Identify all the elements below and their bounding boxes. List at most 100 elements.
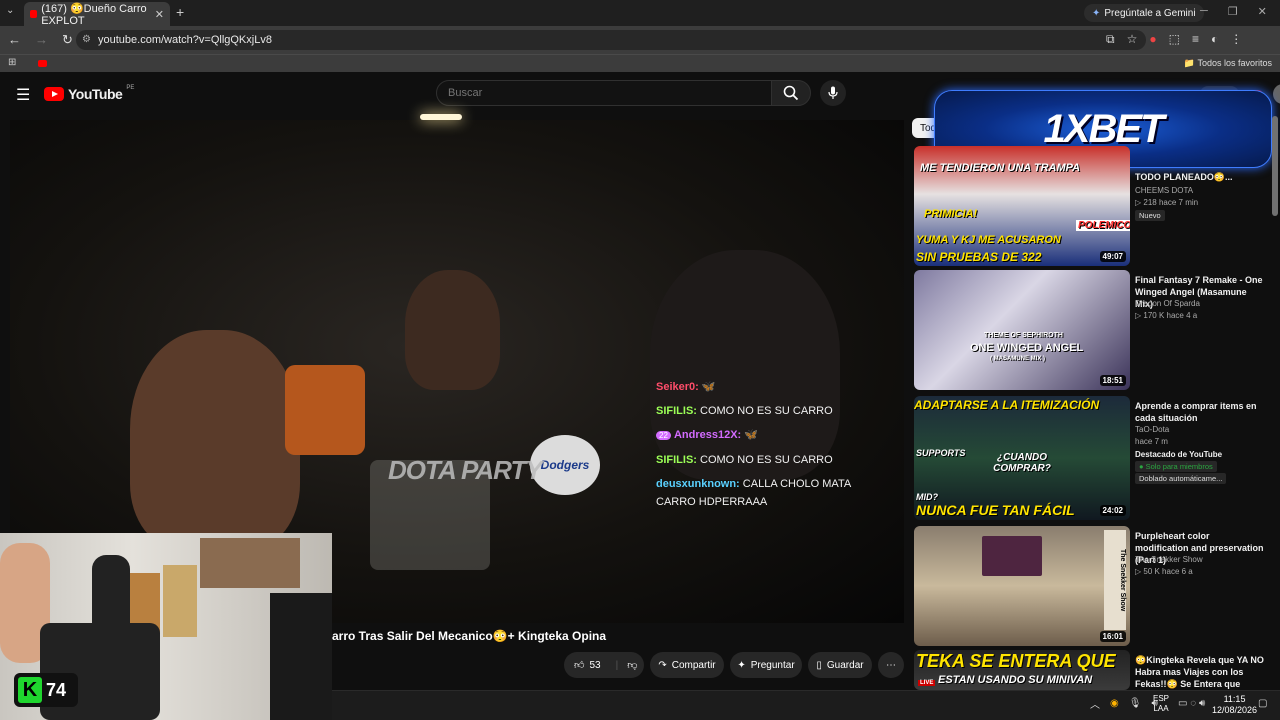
channel-name[interactable]: The Snekker Show (1135, 554, 1203, 566)
channel-name[interactable]: Dragon Of Sparda (1135, 298, 1200, 310)
video-thumbnail[interactable]: ME TENDIERON UNA TRAMPA PRIMICIA! POLEMI… (914, 146, 1130, 266)
thumb-caption: SUPPORTS (916, 448, 966, 458)
tray-app-icon[interactable]: ◉ (1110, 698, 1119, 709)
forward-icon[interactable]: → (35, 32, 48, 48)
thumb-caption: NUNCA FUE TAN FÁCIL (916, 502, 1075, 518)
recommendation-item[interactable]: ME TENDIERON UNA TRAMPA PRIMICIA! POLEMI… (914, 146, 1274, 268)
video-title[interactable]: Aprende a comprar items en cada situació… (1135, 400, 1265, 424)
menu-kebab-icon[interactable]: ⋮ (1230, 32, 1242, 47)
video-thumbnail[interactable]: ADAPTARSE A LA ITEMIZACIÓN SUPPORTS ¿CUA… (914, 396, 1130, 520)
tray-expand-icon[interactable]: ︿ (1090, 696, 1100, 711)
video-thumbnail[interactable]: THEME OF SEPHIROTH ONE WINGED ANGEL ( MA… (914, 270, 1130, 390)
tray-network-icons[interactable]: ▭ ◌ 🔊︎ (1178, 698, 1205, 709)
language-indicator[interactable]: ESP LAA (1153, 694, 1169, 714)
taskbar-clock[interactable]: 11:15 12/08/2026 (1212, 694, 1257, 716)
facecam-poster-2 (163, 565, 197, 637)
chat-badge: 22 (656, 431, 671, 440)
video-title[interactable]: 😳Kingteka Revela que YA NO Habra mas Via… (1135, 654, 1265, 690)
tray-mic-icon[interactable]: 🎙︎ (1129, 698, 1142, 709)
extension-icon[interactable]: ● (1149, 32, 1156, 47)
search-input[interactable] (436, 80, 772, 106)
gemini-icon: ✦ (1092, 7, 1101, 19)
channel-name[interactable]: TaO-Dota (1135, 424, 1169, 436)
channel-name[interactable]: CHEEMS DOTA (1135, 185, 1193, 197)
extensions-puzzle-icon[interactable]: ⬚ (1169, 32, 1180, 47)
chat-text: 🦋 (701, 381, 716, 393)
media-icon[interactable]: ≡ (1192, 32, 1199, 47)
person-orange (285, 365, 365, 455)
maximize-icon[interactable]: ❐ (1228, 5, 1238, 18)
bookmarks-bar: ⊞ 📁 Todos los favoritos (0, 54, 1280, 72)
site-info-icon[interactable]: ⚙ (82, 34, 91, 45)
back-icon[interactable]: ← (8, 32, 21, 48)
all-bookmarks-link[interactable]: 📁 Todos los favoritos (1184, 58, 1272, 69)
gemini-label: Pregúntale a Gemini (1104, 7, 1196, 19)
thumb-side-label: The Snekker Show (1104, 530, 1126, 630)
video-meta: ▷ 218 hace 7 min (1135, 198, 1199, 207)
chat-text: CARRO HDPERRAAA (656, 496, 768, 506)
chat-text: COMO NO ES SU CARRO (700, 454, 833, 466)
tab-search-icon[interactable]: ⌄ (6, 5, 14, 16)
more-actions-button[interactable]: ⋯ (878, 652, 904, 678)
cast-icon[interactable]: ⧉ (1106, 32, 1115, 47)
gemini-button[interactable]: ✦ Pregúntale a Gemini (1084, 4, 1204, 22)
chat-message: deusxunknown: CALLA CHOLO MATA (656, 472, 896, 496)
thumb-caption: PRIMICIA! (924, 208, 978, 220)
hamburger-menu-icon[interactable]: ☰ (16, 85, 30, 105)
avatar[interactable] (1272, 84, 1280, 104)
youtube-bookmark-icon[interactable] (38, 60, 47, 67)
thumb-wood-blocks (982, 536, 1042, 576)
window-controls: ─ ❐ ✕ (1200, 5, 1267, 18)
chat-text: 🦋 (744, 429, 758, 441)
new-tab-button[interactable]: + (176, 4, 184, 20)
video-duration: 24:02 (1099, 505, 1126, 516)
person-center (405, 270, 500, 390)
apps-grid-icon[interactable]: ⊞ (8, 57, 16, 68)
voice-search-button[interactable] (820, 80, 846, 106)
recommendation-item[interactable]: ADAPTARSE A LA ITEMIZACIÓN SUPPORTS ¿CUA… (914, 396, 1274, 521)
ask-label: Preguntar (750, 659, 795, 671)
video-title[interactable]: TODO PLANEADO😳... (1135, 171, 1265, 183)
youtube-logo[interactable]: YouTube PE (44, 85, 134, 102)
save-button[interactable]: ▯ Guardar (808, 652, 872, 678)
sidebar-scrollbar[interactable] (1272, 116, 1278, 216)
profile-icon[interactable]: ◐ (1211, 32, 1218, 47)
ask-button[interactable]: ✦ Preguntar (730, 652, 802, 678)
video-title: arro Tras Salir Del Mecanico😳+ Kingteka … (332, 629, 607, 643)
chat-username: deusxunknown: (656, 478, 740, 490)
video-meta: ▷ 170 K hace 4 a (1135, 311, 1198, 320)
search-button[interactable] (771, 80, 811, 106)
video-thumbnail[interactable]: TEKA SE ENTERA QUE ESTAN USANDO SU MINIV… (914, 650, 1130, 690)
url-bar[interactable]: ⚙ youtube.com/watch?v=QllgQKxjLv8 (76, 30, 1146, 50)
thumb-caption: ( MASAMUNE MIX ) (990, 356, 1045, 362)
browser-tab[interactable]: (167) 😳Dueño Carro EXPLOT ✕ (24, 2, 170, 27)
browser-tab-bar: ⌄ (167) 😳Dueño Carro EXPLOT ✕ + ✦ Pregún… (0, 0, 1280, 27)
video-meta: ▷ 50 K hace 6 a (1135, 567, 1193, 576)
chat-message: SIFILIS: COMO NO ES SU CARRO (656, 399, 896, 423)
notification-icon[interactable]: ▢ (1258, 698, 1267, 709)
person-left (130, 330, 300, 550)
video-duration: 18:51 (1099, 375, 1126, 386)
share-button[interactable]: ↷ Compartir (650, 652, 724, 678)
members-only-badge: ● Solo para miembros (1135, 461, 1217, 472)
bookmark-star-icon[interactable]: ☆ (1127, 32, 1138, 47)
thumb-caption: ¿CUANDO COMPRAR? (993, 452, 1051, 474)
thumbs-down-icon[interactable]: 👎︎ (627, 659, 637, 671)
thumb-caption: ONE WINGED ANGEL (970, 342, 1084, 354)
recommendation-item[interactable]: THEME OF SEPHIROTH ONE WINGED ANGEL ( MA… (914, 270, 1274, 392)
tab-close-icon[interactable]: ✕ (155, 8, 164, 21)
video-duration: 49:07 (1099, 251, 1126, 262)
thumb-caption: ME TENDIERON UNA TRAMPA (920, 162, 1081, 174)
video-thumbnail[interactable]: The Snekker Show 16:01 (914, 526, 1130, 646)
recommendation-item[interactable]: TEKA SE ENTERA QUE ESTAN USANDO SU MINIV… (914, 650, 1274, 690)
reload-icon[interactable]: ↻ (62, 32, 73, 48)
like-button[interactable]: 👍︎ 53 | 👎︎ (564, 652, 644, 678)
close-window-icon[interactable]: ✕ (1258, 5, 1267, 18)
chat-text: COMO NO ES SU CARRO (700, 405, 833, 417)
recommendation-item[interactable]: The Snekker Show 16:01 Purpleheart color… (914, 526, 1274, 646)
thumb-caption: SIN PRUEBAS DE 322 (916, 250, 1042, 264)
ad-logo-text: 1XBET (1043, 106, 1165, 151)
minimize-icon[interactable]: ─ (1200, 5, 1208, 18)
chat-overlay: Seiker0: 🦋 SIFILIS: COMO NO ES SU CARRO … (656, 375, 896, 506)
auto-dub-badge: Doblado automáticame... (1135, 473, 1227, 484)
